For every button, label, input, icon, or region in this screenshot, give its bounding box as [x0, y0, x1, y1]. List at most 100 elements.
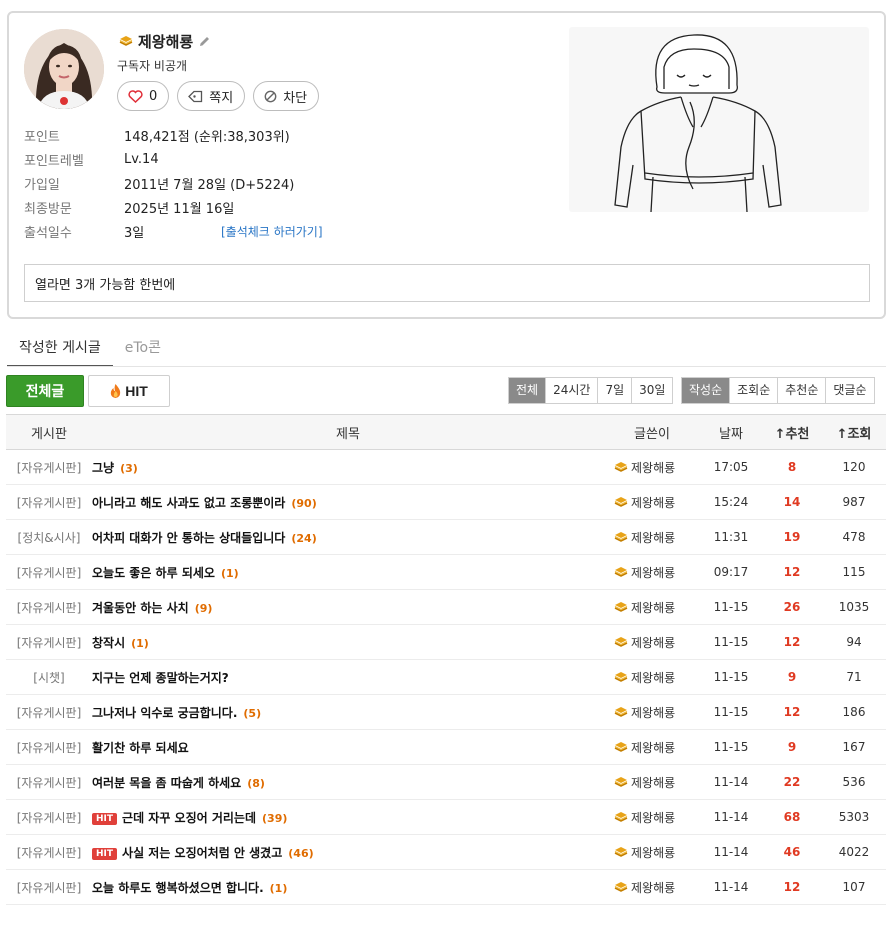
post-board[interactable]: [자유게시판] [6, 624, 92, 660]
table-row[interactable]: [자유게시판] HIT 근데 자꾸 오징어 거리는데 (39) 제왕해룡 11-14 68 5… [6, 799, 886, 835]
all-posts-button[interactable]: 전체글 [6, 375, 84, 407]
table-row[interactable]: [자유게시판] 활기찬 하루 되세요 제왕해룡 11-15 9 167 [6, 729, 886, 765]
comment-count[interactable]: (1) [270, 882, 288, 895]
post-writer[interactable]: 제왕해룡 [604, 659, 700, 695]
writer-name[interactable]: 제왕해룡 [631, 461, 675, 475]
post-writer[interactable]: 제왕해룡 [604, 589, 700, 625]
hit-posts-button[interactable]: HIT [88, 375, 170, 407]
post-title[interactable]: 어차피 대화가 안 통하는 상대들입니다 [92, 531, 285, 545]
post-title-cell[interactable]: 오늘도 좋은 하루 되세오 (1) [92, 554, 604, 590]
post-title[interactable]: 그나저나 익수로 궁금합니다. [92, 706, 237, 720]
post-title-cell[interactable]: HIT 근데 자꾸 오징어 거리는데 (39) [92, 799, 604, 835]
post-writer[interactable]: 제왕해룡 [604, 834, 700, 870]
post-title-cell[interactable]: 아니라고 해도 사과도 없고 조롱뿐이라 (90) [92, 484, 604, 520]
period-30d[interactable]: 30일 [631, 378, 673, 403]
post-title-cell[interactable]: 그나저나 익수로 궁금합니다. (5) [92, 694, 604, 730]
table-row[interactable]: [시챗] 지구는 언제 종말하는거지? 제왕해룡 11-15 9 71 [6, 659, 886, 695]
table-row[interactable]: [자유게시판] HIT 사실 저는 오징어처럼 안 생겼고 (46) 제왕해룡 11-14… [6, 834, 886, 870]
post-title[interactable]: 오늘도 좋은 하루 되세오 [92, 566, 215, 580]
writer-name[interactable]: 제왕해룡 [631, 776, 675, 790]
sort-by-comments[interactable]: 댓글순 [825, 378, 874, 403]
post-writer[interactable]: 제왕해룡 [604, 554, 700, 590]
attendance-check-link[interactable]: [출석체크 하러가기] [219, 223, 323, 240]
post-writer[interactable]: 제왕해룡 [604, 449, 700, 485]
writer-name[interactable]: 제왕해룡 [631, 706, 675, 720]
post-title-cell[interactable]: 어차피 대화가 안 통하는 상대들입니다 (24) [92, 519, 604, 555]
comment-count[interactable]: (8) [247, 777, 265, 790]
post-board[interactable]: [자유게시판] [6, 729, 92, 765]
writer-name[interactable]: 제왕해룡 [631, 881, 675, 895]
post-board[interactable]: [시챗] [6, 659, 92, 695]
post-title[interactable]: 오늘 하루도 행복하셨으면 합니다. [92, 881, 264, 895]
message-button[interactable]: 쪽지 [177, 81, 246, 111]
post-board[interactable]: [자유게시판] [6, 694, 92, 730]
post-board[interactable]: [자유게시판] [6, 834, 92, 870]
post-title-cell[interactable]: HIT 사실 저는 오징어처럼 안 생겼고 (46) [92, 834, 604, 870]
table-row[interactable]: [자유게시판] 그냥 (3) 제왕해룡 17:05 8 120 [6, 449, 886, 485]
post-board[interactable]: [자유게시판] [6, 764, 92, 800]
period-7d[interactable]: 7일 [597, 378, 632, 403]
post-board[interactable]: [자유게시판] [6, 799, 92, 835]
writer-name[interactable]: 제왕해룡 [631, 636, 675, 650]
writer-name[interactable]: 제왕해룡 [631, 496, 675, 510]
comment-count[interactable]: (9) [195, 602, 213, 615]
sort-by-views[interactable]: 조회순 [729, 378, 778, 403]
writer-name[interactable]: 제왕해룡 [631, 846, 675, 860]
post-title-cell[interactable]: 활기찬 하루 되세요 [92, 729, 604, 765]
table-row[interactable]: [자유게시판] 그나저나 익수로 궁금합니다. (5) 제왕해룡 11-15 12 186 [6, 694, 886, 730]
post-title-cell[interactable]: 여러분 목을 좀 따숩게 하세요 (8) [92, 764, 604, 800]
post-writer[interactable]: 제왕해룡 [604, 729, 700, 765]
comment-count[interactable]: (3) [120, 462, 138, 475]
post-title[interactable]: 아니라고 해도 사과도 없고 조롱뿐이라 [92, 496, 285, 510]
post-title[interactable]: 지구는 언제 종말하는거지? [92, 671, 229, 685]
edit-pencil-icon[interactable] [198, 35, 211, 48]
post-title[interactable]: 활기찬 하루 되세요 [92, 741, 189, 755]
post-title-cell[interactable]: 창작시 (1) [92, 624, 604, 660]
sort-by-recommend[interactable]: 추천순 [777, 378, 826, 403]
post-writer[interactable]: 제왕해룡 [604, 484, 700, 520]
comment-count[interactable]: (1) [131, 637, 149, 650]
post-title[interactable]: 그냥 [92, 461, 114, 475]
writer-name[interactable]: 제왕해룡 [631, 601, 675, 615]
sort-by-date[interactable]: 작성순 [682, 378, 730, 403]
post-title-cell[interactable]: 오늘 하루도 행복하셨으면 합니다. (1) [92, 869, 604, 905]
post-writer[interactable]: 제왕해룡 [604, 624, 700, 660]
post-board[interactable]: [자유게시판] [6, 484, 92, 520]
tab-etocon[interactable]: eTo콘 [113, 333, 173, 367]
post-title-cell[interactable]: 그냥 (3) [92, 449, 604, 485]
table-row[interactable]: [자유게시판] 창작시 (1) 제왕해룡 11-15 12 94 [6, 624, 886, 660]
avatar[interactable] [24, 29, 104, 109]
period-24h[interactable]: 24시간 [545, 378, 598, 403]
comment-count[interactable]: (46) [288, 847, 313, 860]
post-board[interactable]: [자유게시판] [6, 869, 92, 905]
post-title-cell[interactable]: 지구는 언제 종말하는거지? [92, 659, 604, 695]
comment-count[interactable]: (39) [262, 812, 287, 825]
post-title-cell[interactable]: 겨울동안 하는 사치 (9) [92, 589, 604, 625]
writer-name[interactable]: 제왕해룡 [631, 671, 675, 685]
post-writer[interactable]: 제왕해룡 [604, 764, 700, 800]
post-writer[interactable]: 제왕해룡 [604, 694, 700, 730]
comment-count[interactable]: (90) [291, 497, 316, 510]
post-board[interactable]: [자유게시판] [6, 589, 92, 625]
comment-count[interactable]: (1) [221, 567, 239, 580]
block-button[interactable]: 차단 [253, 81, 320, 111]
writer-name[interactable]: 제왕해룡 [631, 531, 675, 545]
table-row[interactable]: [정치&시사] 어차피 대화가 안 통하는 상대들입니다 (24) 제왕해룡 11:31… [6, 519, 886, 555]
comment-count[interactable]: (24) [291, 532, 316, 545]
comment-count[interactable]: (5) [243, 707, 261, 720]
writer-name[interactable]: 제왕해룡 [631, 741, 675, 755]
post-title[interactable]: 겨울동안 하는 사치 [92, 601, 189, 615]
post-board[interactable]: [자유게시판] [6, 449, 92, 485]
post-title[interactable]: 여러분 목을 좀 따숩게 하세요 [92, 776, 241, 790]
post-writer[interactable]: 제왕해룡 [604, 519, 700, 555]
post-title[interactable]: 사실 저는 오징어처럼 안 생겼고 [122, 846, 282, 860]
post-board[interactable]: [정치&시사] [6, 519, 92, 555]
table-row[interactable]: [자유게시판] 오늘 하루도 행복하셨으면 합니다. (1) 제왕해룡 11-14 12 1… [6, 869, 886, 905]
post-writer[interactable]: 제왕해룡 [604, 869, 700, 905]
col-views[interactable]: ↑조회 [822, 414, 886, 450]
like-button[interactable]: 0 [117, 81, 170, 111]
table-row[interactable]: [자유게시판] 여러분 목을 좀 따숩게 하세요 (8) 제왕해룡 11-14 22 536 [6, 764, 886, 800]
table-row[interactable]: [자유게시판] 겨울동안 하는 사치 (9) 제왕해룡 11-15 26 1035 [6, 589, 886, 625]
col-recommend[interactable]: ↑추천 [762, 414, 822, 450]
post-title[interactable]: 창작시 [92, 636, 125, 650]
